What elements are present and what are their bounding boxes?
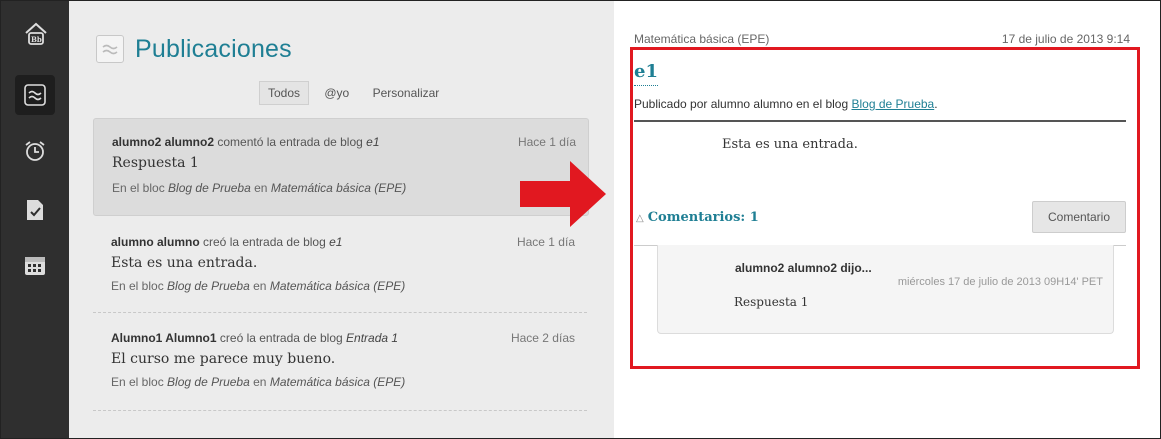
divider: [93, 410, 587, 411]
grades-doc-icon: [27, 200, 43, 220]
item-location: En el bloc Blog de Prueba en Matemática …: [112, 181, 407, 195]
item-entry[interactable]: e1: [366, 135, 379, 149]
rail-calendar[interactable]: [15, 245, 55, 285]
highlight-box: [630, 47, 1140, 369]
item-action: comentó la entrada de blog: [217, 135, 363, 149]
arrow-right-icon: [520, 161, 606, 227]
nav-rail: Bb: [1, 1, 69, 438]
item-author[interactable]: alumno alumno: [111, 235, 200, 249]
item-location: En el bloc Blog de Prueba en Matemática …: [111, 279, 406, 293]
rail-stream[interactable]: [15, 75, 55, 115]
feed-item[interactable]: alumno alumno creó la entrada de blog e1…: [93, 223, 587, 313]
divider: [93, 312, 587, 313]
rail-due[interactable]: [15, 131, 55, 171]
item-blog[interactable]: Blog de Prueba: [168, 181, 251, 195]
filter-yo[interactable]: @yo: [316, 82, 357, 104]
item-title: Alumno1 Alumno1 creó la entrada de blog …: [111, 331, 398, 345]
rail-home[interactable]: Bb: [15, 13, 55, 53]
item-title: alumno2 alumno2 comentó la entrada de bl…: [112, 135, 380, 149]
feed-item[interactable]: Alumno1 Alumno1 creó la entrada de blog …: [93, 319, 587, 409]
item-time: Hace 1 día: [516, 235, 575, 249]
filter-todos[interactable]: Todos: [259, 81, 310, 105]
item-entry[interactable]: Entrada 1: [346, 331, 398, 345]
item-title: alumno alumno creó la entrada de blog e1: [111, 235, 342, 249]
calendar-icon: [25, 257, 45, 275]
item-blog[interactable]: Blog de Prueba: [167, 279, 250, 293]
svg-text:Bb: Bb: [31, 35, 42, 44]
item-location: En el bloc Blog de Prueba en Matemática …: [111, 375, 406, 389]
filter-bar: Todos @yo Personalizar: [259, 81, 451, 105]
item-action: creó la entrada de blog: [203, 235, 326, 249]
item-author[interactable]: Alumno1 Alumno1: [111, 331, 217, 345]
blackboard-home-icon: Bb: [25, 22, 47, 45]
item-course[interactable]: Matemática básica (EPE): [270, 375, 405, 389]
stream-header-icon: [96, 35, 124, 63]
page-title: Publicaciones: [135, 35, 292, 63]
item-action: creó la entrada de blog: [219, 331, 343, 345]
item-course[interactable]: Matemática básica (EPE): [270, 279, 405, 293]
item-course[interactable]: Matemática básica (EPE): [271, 181, 406, 195]
item-blog[interactable]: Blog de Prueba: [167, 375, 250, 389]
item-entry[interactable]: e1: [329, 235, 342, 249]
detail-course[interactable]: Matemática básica (EPE): [634, 32, 769, 46]
stream-icon: [24, 84, 46, 106]
item-author[interactable]: alumno2 alumno2: [112, 135, 214, 149]
item-time: Hace 1 día: [517, 135, 576, 149]
item-body: El curso me parece muy bueno.: [111, 351, 336, 367]
feed-item[interactable]: alumno2 alumno2 comentó la entrada de bl…: [93, 118, 589, 216]
detail-date: 17 de julio de 2013 9:14: [1001, 32, 1130, 46]
item-time: Hace 2 días: [510, 331, 575, 345]
rail-grades[interactable]: [15, 190, 55, 230]
alarm-clock-icon: [25, 141, 45, 161]
item-body: Esta es una entrada.: [111, 255, 258, 271]
item-body: Respuesta 1: [112, 155, 199, 171]
app-frame: Bb Publicaciones Todos @yo Personalizar …: [0, 0, 1161, 439]
filter-personalizar[interactable]: Personalizar: [365, 82, 448, 104]
